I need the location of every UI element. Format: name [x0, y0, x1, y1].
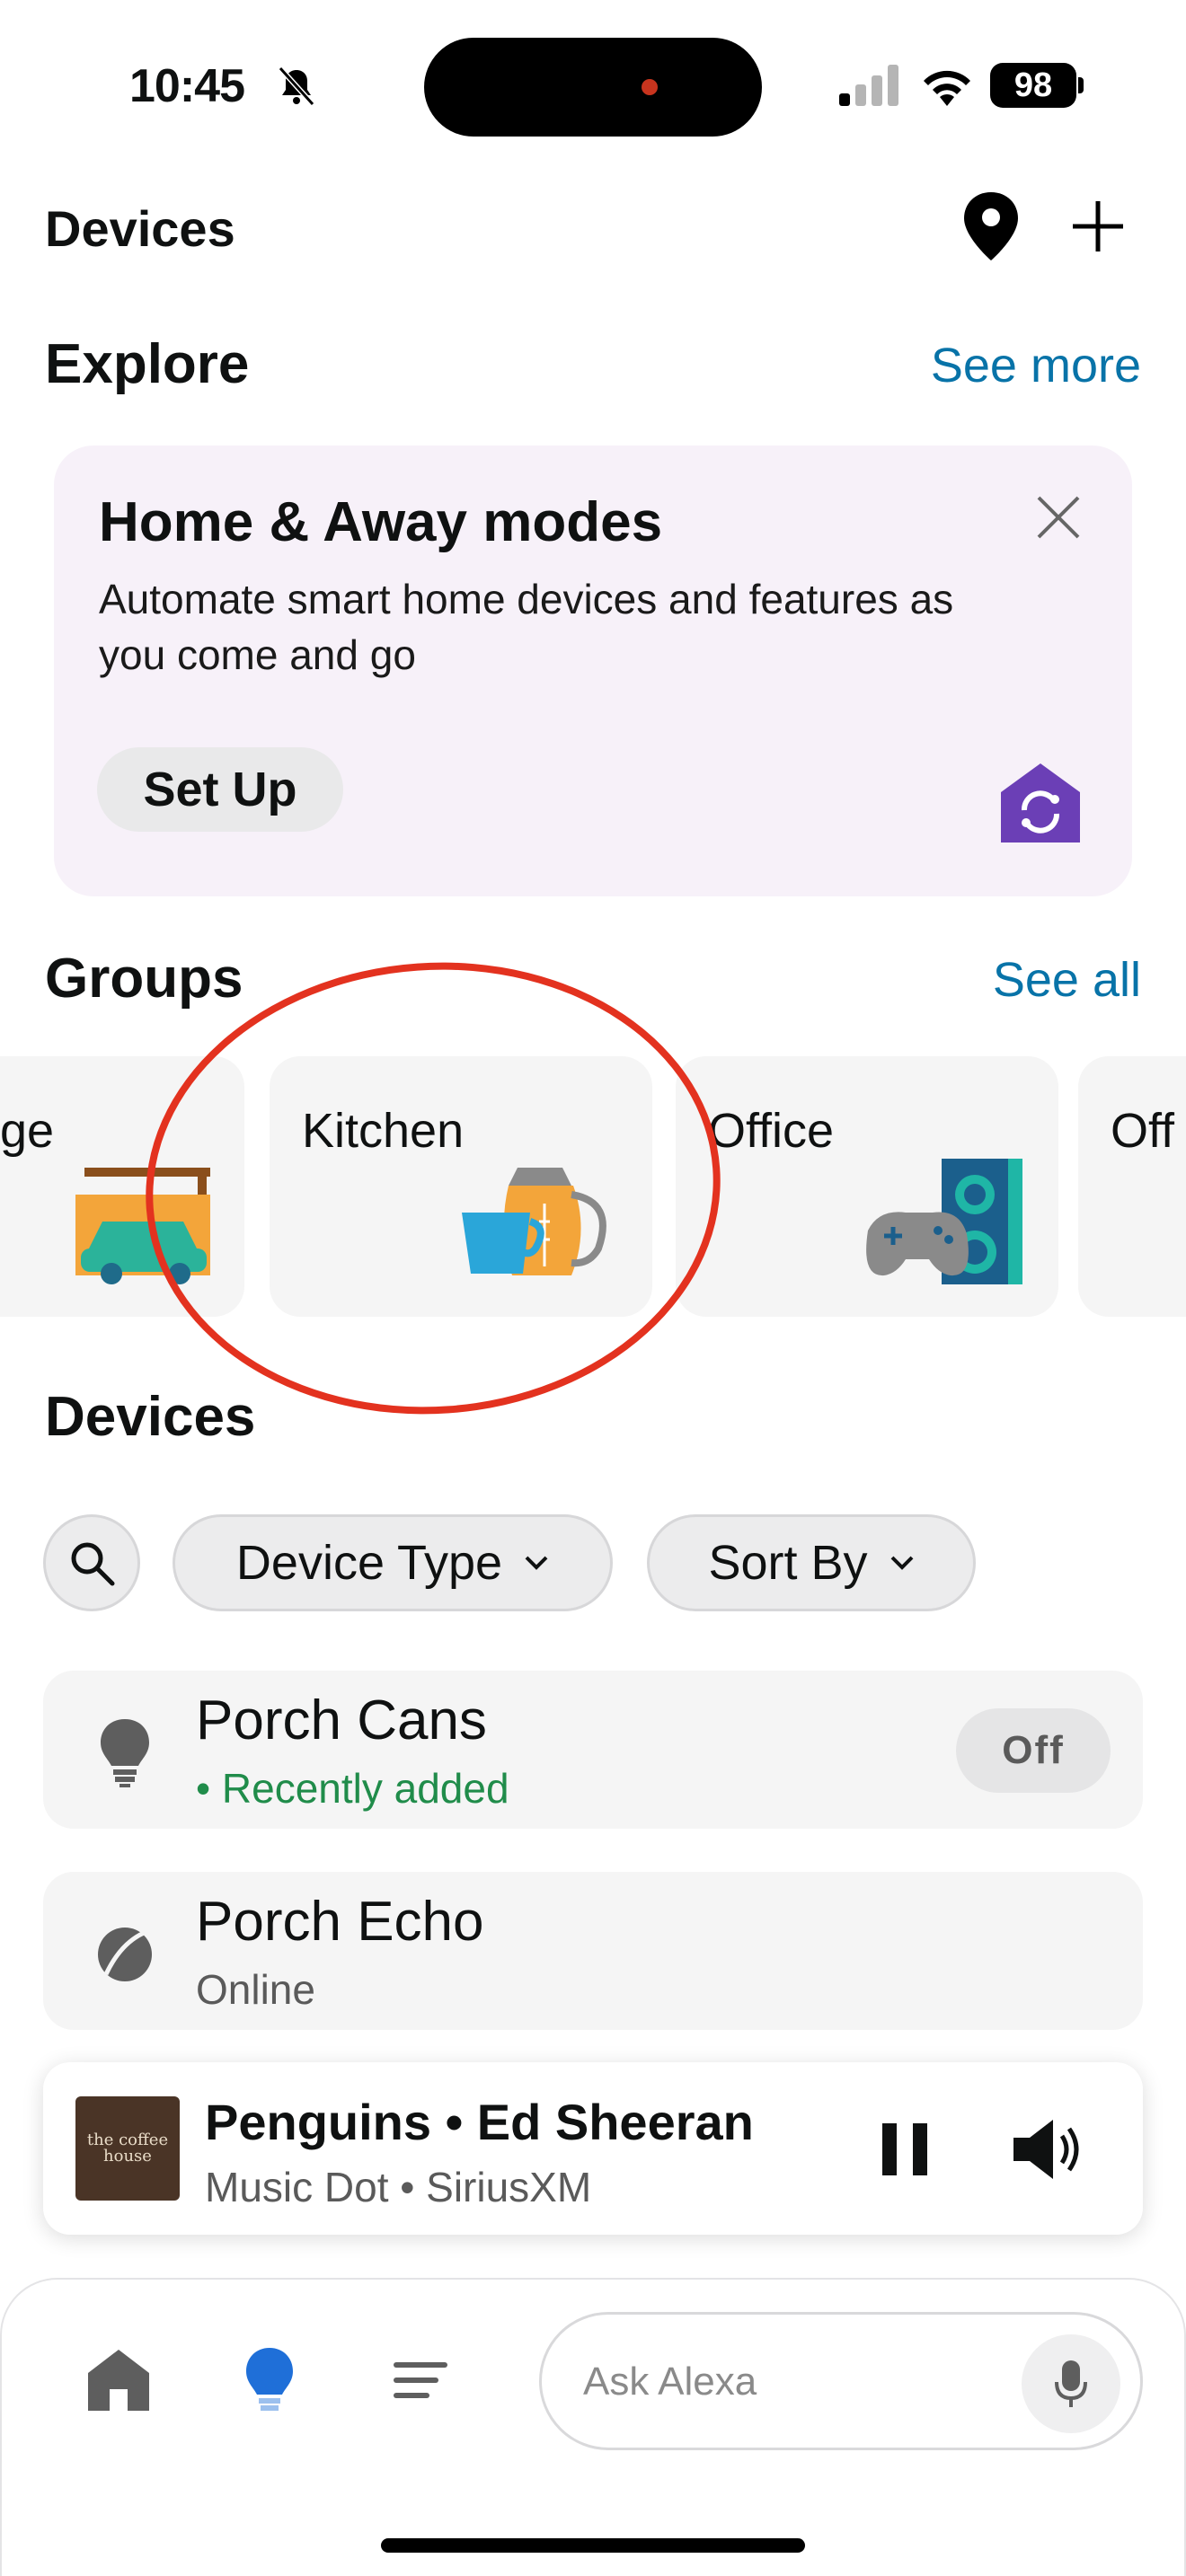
close-icon[interactable] [1031, 490, 1085, 544]
sort-by-label: Sort By [708, 1536, 868, 1590]
dynamic-island [424, 38, 762, 137]
wifi-icon [924, 70, 970, 106]
group-label: Office [708, 1104, 835, 1158]
battery-level: 98 [1013, 66, 1053, 104]
device-status: • Recently added [196, 1765, 509, 1812]
groups-carousel[interactable]: ge Kitchen Office Off [0, 1056, 1186, 1317]
office-gaming-icon [866, 1159, 1022, 1284]
battery-indicator: 98 [990, 63, 1076, 108]
now-playing-source: Music Dot • SiriusXM [205, 2164, 592, 2210]
status-bar: 10:45 98 [0, 0, 1186, 171]
microphone-icon [1055, 2360, 1087, 2407]
groups-title: Groups [45, 948, 243, 1010]
device-type-filter[interactable]: Device Type [173, 1514, 613, 1611]
device-row-porch-echo[interactable]: Porch Echo Online [43, 1872, 1143, 2030]
promo-description: Automate smart home devices and features… [99, 576, 954, 678]
device-name: Porch Cans [196, 1689, 487, 1751]
group-card-garage[interactable]: ge [0, 1056, 244, 1317]
pause-icon[interactable] [873, 2118, 936, 2181]
cellular-signal-icon [839, 65, 898, 106]
status-time: 10:45 [129, 60, 245, 112]
page-title: Devices [45, 200, 235, 257]
set-up-button[interactable]: Set Up [97, 747, 343, 832]
ask-alexa-input[interactable]: Ask Alexa [539, 2312, 1143, 2450]
volume-icon[interactable] [1010, 2116, 1085, 2183]
bell-muted-icon [278, 66, 315, 107]
battery-tip [1078, 77, 1084, 93]
microphone-button[interactable] [1022, 2334, 1120, 2433]
device-type-label: Device Type [235, 1536, 503, 1590]
group-label: Off [1111, 1104, 1175, 1158]
explore-title: Explore [45, 333, 250, 395]
more-menu-icon[interactable] [385, 2344, 456, 2416]
group-label: Kitchen [302, 1104, 465, 1158]
album-art-text: the coffee house [86, 2130, 169, 2166]
home-mode-icon [1001, 763, 1080, 842]
garage-car-icon [75, 1168, 210, 1284]
device-search-button[interactable] [43, 1514, 140, 1611]
kitchen-coffee-icon [462, 1168, 606, 1275]
group-card-office[interactable]: Office [676, 1056, 1058, 1317]
ask-alexa-placeholder: Ask Alexa [583, 2360, 757, 2404]
add-device-icon[interactable] [1069, 198, 1127, 255]
device-name: Porch Echo [196, 1891, 484, 1953]
power-toggle[interactable]: Off [956, 1708, 1111, 1793]
location-pin-icon[interactable] [960, 190, 1022, 262]
devices-bulb-icon[interactable] [234, 2344, 305, 2416]
devices-title: Devices [45, 1386, 256, 1448]
promo-title: Home & Away modes [99, 491, 663, 553]
camera-indicator [642, 79, 658, 95]
group-card-kitchen[interactable]: Kitchen [270, 1056, 652, 1317]
now-playing-bar[interactable]: the coffee house Penguins • Ed Sheeran M… [43, 2062, 1143, 2235]
group-card-office-2[interactable]: Off [1078, 1056, 1186, 1317]
search-icon [71, 1542, 115, 1586]
device-status: Online [196, 1966, 315, 2013]
sort-by-filter[interactable]: Sort By [647, 1514, 976, 1611]
home-away-promo-card: Home & Away modes Automate smart home de… [54, 446, 1132, 896]
chevron-down-icon [525, 1556, 548, 1570]
chevron-down-icon [890, 1556, 913, 1570]
device-row-porch-cans[interactable]: Porch Cans • Recently added Off [43, 1671, 1143, 1829]
group-label: ge [0, 1104, 55, 1158]
see-all-link[interactable]: See all [993, 952, 1141, 1008]
home-icon[interactable] [83, 2344, 155, 2416]
echo-speaker-icon [98, 1928, 152, 1981]
home-indicator[interactable] [381, 2538, 805, 2553]
light-bulb-icon [101, 1719, 149, 1787]
see-more-link[interactable]: See more [931, 338, 1141, 393]
now-playing-title: Penguins • Ed Sheeran [205, 2094, 754, 2150]
device-status-text: Recently added [221, 1765, 509, 1812]
album-art: the coffee house [75, 2096, 180, 2201]
